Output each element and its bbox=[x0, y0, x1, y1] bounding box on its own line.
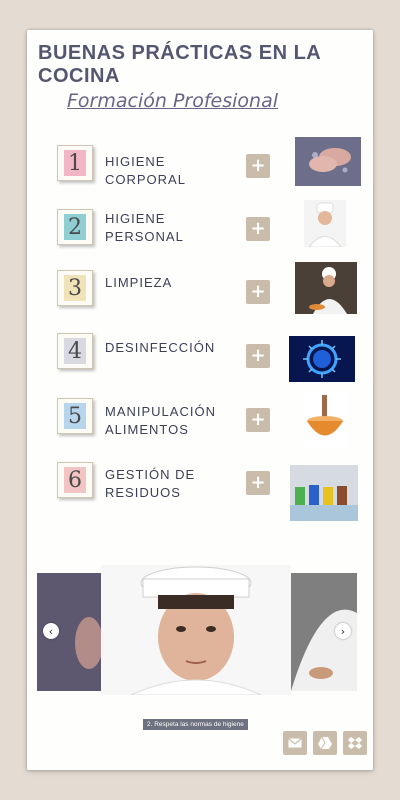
number-tile-1: 1 bbox=[57, 145, 93, 181]
item-label-higiene-corporal: HIGIENE CORPORAL bbox=[105, 154, 186, 187]
expand-button-2[interactable]: + bbox=[246, 217, 270, 241]
bowl-image bbox=[303, 392, 347, 447]
thumbnail-cleaning bbox=[295, 262, 357, 314]
number-1: 1 bbox=[64, 150, 86, 176]
thumbnail-bowl bbox=[303, 392, 347, 447]
virus-image bbox=[289, 336, 355, 382]
slide-current[interactable] bbox=[101, 565, 291, 695]
slider-next-button[interactable]: › bbox=[335, 623, 351, 639]
expand-button-4[interactable]: + bbox=[246, 344, 270, 368]
item-label-higiene-personal: HIGIENE PERSONAL bbox=[105, 211, 184, 244]
cleaning-image bbox=[295, 262, 357, 314]
thumbnail-hand-washing bbox=[295, 137, 361, 186]
dropbox-icon bbox=[348, 737, 362, 749]
thumbnail-virus bbox=[289, 336, 355, 382]
number-6: 6 bbox=[64, 467, 86, 493]
expand-button-6[interactable]: + bbox=[246, 471, 270, 495]
number-4: 4 bbox=[64, 338, 86, 364]
number-5: 5 bbox=[64, 403, 86, 429]
drive-icon bbox=[318, 737, 332, 749]
number-tile-6: 6 bbox=[57, 462, 93, 498]
item-label-desinfeccion: DESINFECCIÓN bbox=[105, 340, 216, 355]
expand-button-5[interactable]: + bbox=[246, 408, 270, 432]
number-tile-4: 4 bbox=[57, 333, 93, 369]
chef-portrait-image bbox=[101, 565, 291, 695]
page-subtitle[interactable]: Formación Profesional bbox=[67, 90, 278, 112]
number-tile-5: 5 bbox=[57, 398, 93, 434]
thumbnail-chef bbox=[304, 200, 346, 247]
page-title: BUENAS PRÁCTICAS EN LA COCINA bbox=[38, 42, 321, 87]
number-2: 2 bbox=[64, 214, 86, 240]
share-drive-button[interactable] bbox=[313, 731, 337, 755]
number-3: 3 bbox=[64, 275, 86, 301]
mail-icon bbox=[288, 738, 302, 748]
thumbnail-recycle-bins bbox=[290, 465, 358, 521]
number-tile-3: 3 bbox=[57, 270, 93, 306]
item-label-gestion-residuos: GESTIÓN DE RESIDUOS bbox=[105, 467, 196, 500]
slide-caption: 2. Respeta las normas de higiene bbox=[143, 719, 248, 730]
item-label-limpieza: LIMPIEZA bbox=[105, 275, 173, 290]
recycle-bins-image bbox=[290, 465, 358, 521]
expand-button-1[interactable]: + bbox=[246, 154, 270, 178]
item-label-manipulacion-alimentos: MANIPULACIÓN ALIMENTOS bbox=[105, 404, 216, 437]
chef-image bbox=[304, 200, 346, 247]
expand-button-3[interactable]: + bbox=[246, 280, 270, 304]
share-mail-button[interactable] bbox=[283, 731, 307, 755]
share-dropbox-button[interactable] bbox=[343, 731, 367, 755]
image-slider[interactable] bbox=[37, 565, 357, 695]
slider-prev-button[interactable]: ‹ bbox=[43, 623, 59, 639]
hands-image bbox=[295, 137, 361, 186]
number-tile-2: 2 bbox=[57, 209, 93, 245]
